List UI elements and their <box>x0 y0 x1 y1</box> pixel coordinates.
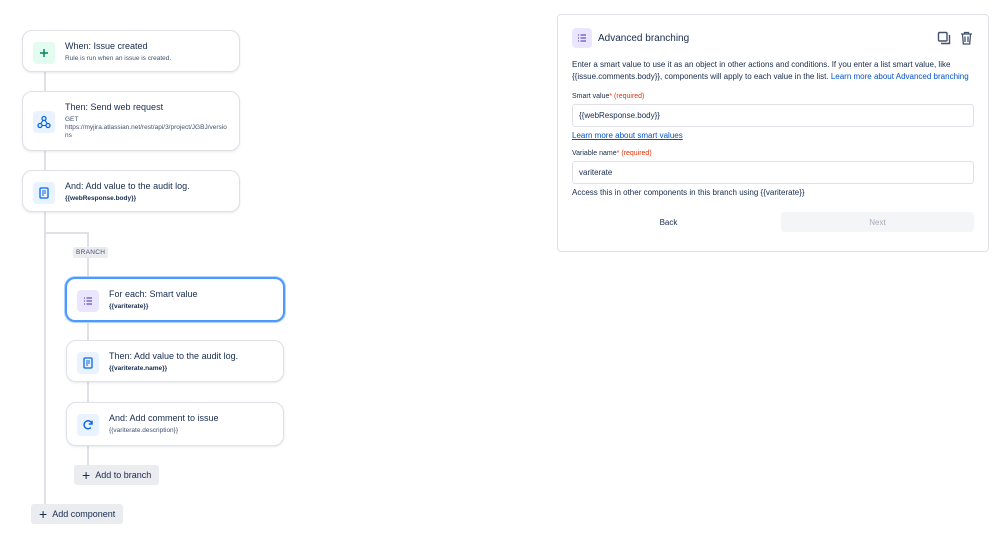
add-comment-card[interactable]: And: Add comment to issue {{variterate.d… <box>66 402 284 446</box>
plus-icon: + <box>39 506 48 522</box>
document-icon <box>33 182 55 204</box>
trigger-card[interactable]: When: Issue created Rule is run when an … <box>22 30 240 72</box>
smart-value-label: Smart value* (required) <box>572 93 645 100</box>
add-to-branch-label: Add to branch <box>95 470 152 480</box>
variable-name-label: Variable name* (required) <box>572 150 652 157</box>
audit-log-2-card[interactable]: Then: Add value to the audit log. {{vari… <box>66 340 284 382</box>
audit-log-card[interactable]: And: Add value to the audit log. {{webRe… <box>22 170 240 212</box>
variable-help-text: Access this in other components in this … <box>572 188 805 197</box>
trash-icon[interactable] <box>958 30 974 46</box>
document-icon <box>77 352 99 374</box>
for-each-card[interactable]: For each: Smart value {{variterate}} <box>65 277 285 322</box>
panel-description: Enter a smart value to use it as an obje… <box>572 59 974 83</box>
panel-header: Advanced branching <box>572 27 974 49</box>
plus-icon <box>33 42 55 64</box>
audit-log-title: And: Add value to the audit log. <box>65 181 190 191</box>
smart-values-link[interactable]: Learn more about smart values <box>572 131 974 140</box>
advanced-branching-link[interactable]: Learn more about Advanced branching <box>831 72 969 81</box>
webhook-icon <box>33 111 55 133</box>
trigger-subtitle: Rule is run when an issue is created. <box>65 55 172 62</box>
copy-icon[interactable] <box>936 30 952 46</box>
back-button[interactable]: Back <box>572 212 765 232</box>
audit-log-2-value: {{variterate.name}} <box>109 365 168 372</box>
next-button[interactable]: Next <box>781 212 974 232</box>
list-icon <box>77 290 99 312</box>
panel-title: Advanced branching <box>598 32 690 44</box>
add-to-branch-button[interactable]: + Add to branch <box>74 465 160 485</box>
add-comment-title: And: Add comment to issue <box>109 413 219 423</box>
add-comment-value: {{variterate.description}} <box>109 427 179 434</box>
variable-name-input[interactable]: variterate <box>572 161 974 184</box>
for-each-title: For each: Smart value <box>109 289 198 299</box>
advanced-branching-panel: Advanced branching Enter a smart value t… <box>557 14 989 252</box>
web-request-method: GET <box>65 116 79 123</box>
web-request-url: https://myjira.atlassian.net/rest/api/3/… <box>65 124 227 139</box>
audit-log-value: {{webResponse.body}} <box>65 195 137 202</box>
refresh-icon <box>77 414 99 436</box>
for-each-value: {{variterate}} <box>109 303 149 310</box>
audit-log-2-title: Then: Add value to the audit log. <box>109 351 239 361</box>
trigger-title: When: Issue created <box>65 41 148 51</box>
connector-branch-horizontal <box>44 232 88 234</box>
web-request-card[interactable]: Then: Send web request GET https://myjir… <box>22 91 240 151</box>
add-component-button[interactable]: + Add component <box>31 504 124 524</box>
add-component-label: Add component <box>52 509 116 519</box>
web-request-title: Then: Send web request <box>65 102 164 112</box>
list-icon <box>572 28 592 48</box>
smart-value-input[interactable]: {{webResponse.body}} <box>572 104 974 127</box>
plus-icon: + <box>82 467 91 483</box>
branch-label: BRANCH <box>73 247 109 258</box>
